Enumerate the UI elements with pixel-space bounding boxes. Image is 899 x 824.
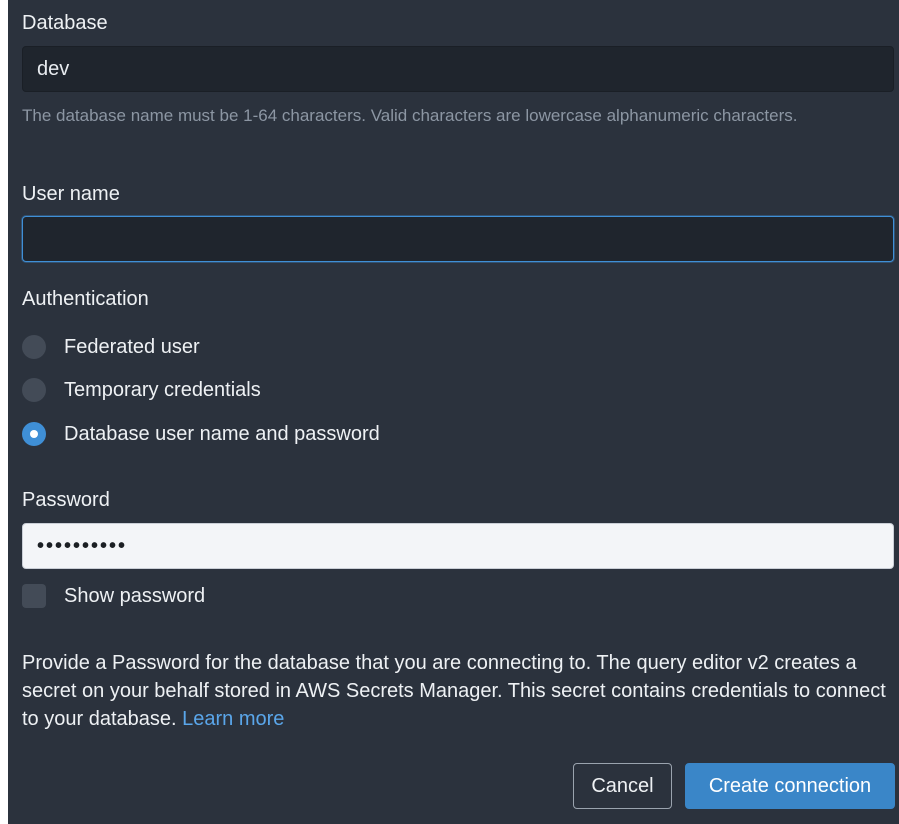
- radio-temporary-credentials[interactable]: Temporary credentials: [22, 375, 261, 405]
- database-input-value: dev: [37, 57, 70, 80]
- radio-database-user-password[interactable]: Database user name and password: [22, 419, 380, 449]
- show-password-label: Show password: [64, 584, 206, 607]
- show-password-checkbox[interactable]: [22, 584, 46, 608]
- password-description: Provide a Password for the database that…: [22, 649, 892, 733]
- username-input[interactable]: [22, 216, 894, 262]
- radio-label: Database user name and password: [64, 422, 380, 445]
- connection-form-panel: Database dev The database name must be 1…: [8, 0, 899, 824]
- create-connection-button[interactable]: Create connection: [685, 763, 895, 809]
- radio-button-selected[interactable]: [22, 422, 46, 446]
- radio-label: Federated user: [64, 335, 200, 358]
- cancel-button[interactable]: Cancel: [573, 763, 672, 809]
- username-label: User name: [22, 183, 120, 205]
- authentication-label: Authentication: [22, 288, 149, 310]
- database-input[interactable]: dev: [22, 46, 894, 92]
- show-password-row[interactable]: Show password: [22, 582, 205, 610]
- database-label: Database: [22, 12, 108, 34]
- learn-more-link[interactable]: Learn more: [182, 708, 284, 730]
- radio-dot-icon: [30, 430, 38, 438]
- description-text: Provide a Password for the database that…: [22, 652, 886, 730]
- radio-label: Temporary credentials: [64, 378, 261, 401]
- database-hint: The database name must be 1-64 character…: [22, 106, 798, 125]
- password-input[interactable]: ••••••••••: [22, 523, 894, 569]
- radio-federated-user[interactable]: Federated user: [22, 332, 200, 362]
- password-label: Password: [22, 489, 110, 511]
- password-masked-value: ••••••••••: [37, 534, 128, 557]
- radio-button[interactable]: [22, 335, 46, 359]
- radio-button[interactable]: [22, 378, 46, 402]
